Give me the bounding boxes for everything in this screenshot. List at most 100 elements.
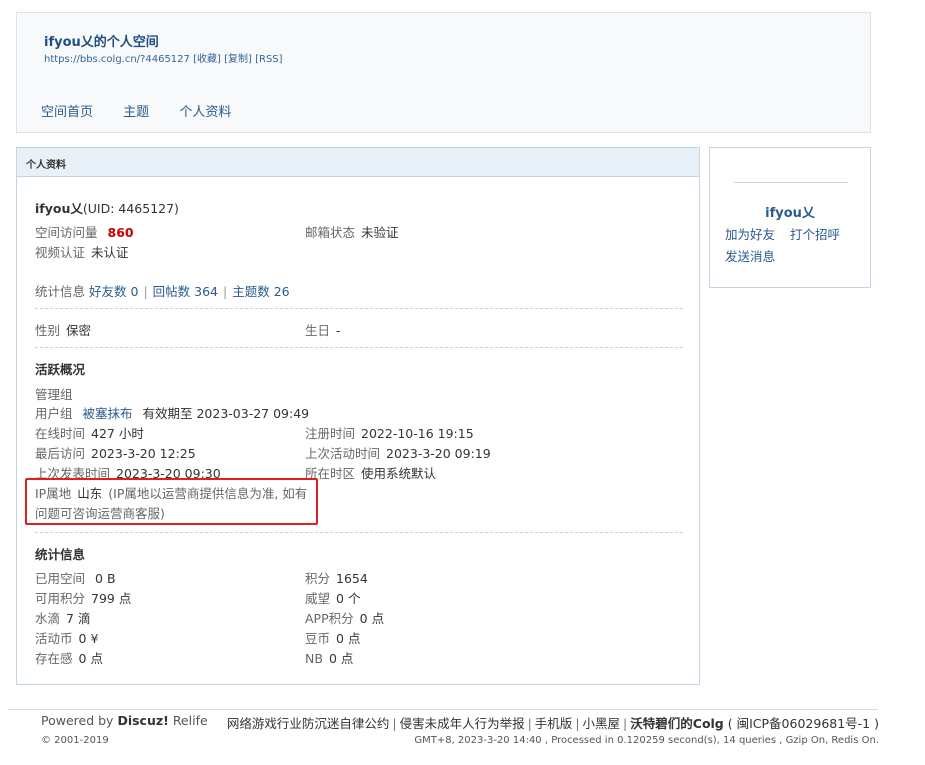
- replies-link[interactable]: 回帖数 364: [153, 284, 218, 299]
- stat-value: 0 B: [95, 571, 116, 586]
- username: ifyou乂: [35, 201, 83, 216]
- friends-link[interactable]: 好友数 0: [89, 284, 138, 299]
- stat-label: NB: [305, 651, 323, 666]
- usergroup-row: 用户组 被塞抹布 有效期至 2023-03-27 09:49: [35, 403, 309, 422]
- nav-threads[interactable]: 主题: [123, 105, 149, 120]
- lastactive-value: 2023-3-20 09:19: [386, 446, 491, 461]
- stat-row: NB 0 点: [305, 648, 353, 667]
- timezone-row: 所在时区 使用系统默认: [305, 463, 436, 482]
- ip-note: (IP属地以运营商提供信息为准, 如有问题可咨询运营商客服): [35, 486, 308, 521]
- video-label: 视频认证: [35, 245, 86, 260]
- threads-link[interactable]: 主题数 26: [232, 284, 289, 299]
- mobile-link[interactable]: 手机版: [535, 716, 573, 731]
- footer-stats: GMT+8, 2023-3-20 14:40 , Processed in 0.…: [414, 735, 879, 746]
- send-message-link[interactable]: 发送消息: [725, 249, 775, 264]
- stat-row: 威望 0 个: [305, 588, 360, 607]
- visits-row: 空间访问量 860: [35, 222, 134, 241]
- lastvisit-row: 最后访问 2023-3-20 12:25: [35, 443, 196, 462]
- lastvisit-value: 2023-3-20 12:25: [91, 446, 196, 461]
- lastvisit-label: 最后访问: [35, 446, 86, 461]
- stat-value: 7 滴: [66, 611, 91, 626]
- usergroup-expiry: 有效期至 2023-03-27 09:49: [142, 406, 310, 421]
- powered-suffix: Relife: [172, 713, 208, 728]
- birthday-value: -: [336, 323, 341, 338]
- panel-title: 个人资料: [17, 148, 699, 177]
- stat-row: 豆币 0 点: [305, 628, 360, 647]
- ip-value: 山东: [77, 486, 103, 501]
- timezone-value: 使用系统默认: [361, 466, 437, 481]
- visits-value: 860: [107, 225, 134, 240]
- stat-label: 水滴: [35, 611, 61, 626]
- divider: [35, 308, 683, 309]
- nav-space-home[interactable]: 空间首页: [41, 105, 93, 120]
- rss-link[interactable]: [RSS]: [255, 54, 282, 65]
- profile-panel: 个人资料 ifyou乂(UID: 4465127) 空间访问量 860 邮箱状态未…: [16, 147, 700, 685]
- report-link[interactable]: 侵害未成年人行为举报: [400, 716, 525, 731]
- stat-label: 可用积分: [35, 591, 86, 606]
- user-card-actions: 加为好友 打个招呼 发送消息: [725, 224, 855, 268]
- statistics-title: 统计信息: [35, 547, 86, 562]
- stats-row: 统计信息 好友数 0 | 回帖数 364 | 主题数 26: [35, 284, 290, 299]
- stat-value: 0 ¥: [78, 631, 99, 646]
- anti-addiction-link[interactable]: 网络游戏行业防沉迷自律公约: [227, 716, 390, 731]
- user-card-name[interactable]: ifyou乂: [710, 202, 870, 221]
- discuz-link[interactable]: Discuz!: [117, 713, 168, 728]
- stat-label: 存在感: [35, 651, 73, 666]
- activity-title: 活跃概况: [35, 362, 86, 377]
- stats-label: 统计信息: [35, 284, 86, 299]
- visits-label: 空间访问量: [35, 225, 98, 240]
- stat-value: 0 点: [359, 611, 385, 626]
- reg-label: 注册时间: [305, 426, 356, 441]
- icp-link[interactable]: ( 闽ICP备06029681号-1 ): [728, 716, 879, 731]
- blacklist-link[interactable]: 小黑屋: [583, 716, 621, 731]
- video-row: 视频认证 未认证: [35, 242, 129, 261]
- space-title[interactable]: ifyou乂的个人空间: [44, 31, 159, 50]
- online-value: 427 小时: [91, 426, 144, 441]
- space-url-row: https://bbs.colg.cn/?4465127 [收藏] [复制] […: [44, 50, 283, 65]
- stat-label: 豆币: [305, 631, 331, 646]
- usergroup-label: 用户组: [35, 406, 73, 421]
- ip-label: IP属地: [35, 486, 72, 501]
- stat-value: 1654: [336, 571, 368, 586]
- greet-link[interactable]: 打个招呼: [790, 227, 840, 242]
- video-value: 未认证: [91, 245, 129, 260]
- stat-row: 已用空间 0 B: [35, 568, 116, 587]
- email-label: 邮箱状态: [305, 225, 356, 240]
- copyright: © 2001-2019: [41, 735, 109, 746]
- powered-by: Powered by Discuz! Relife: [41, 713, 208, 728]
- reg-row: 注册时间 2022-10-16 19:15: [305, 423, 474, 442]
- online-row: 在线时间 427 小时: [35, 423, 144, 442]
- nav-profile[interactable]: 个人资料: [179, 105, 231, 120]
- stat-value: 0 个: [336, 591, 361, 606]
- admin-group: 管理组: [35, 387, 73, 402]
- space-url-link[interactable]: https://bbs.colg.cn/?4465127: [44, 54, 190, 65]
- birthday-label: 生日: [305, 323, 331, 338]
- stat-label: 积分: [305, 571, 331, 586]
- stat-value: 799 点: [91, 591, 132, 606]
- copy-link[interactable]: [复制]: [224, 54, 252, 65]
- site-name-link[interactable]: 沃特碧们的Colg: [630, 716, 724, 731]
- divider: [35, 532, 683, 533]
- footer-links: 网络游戏行业防沉迷自律公约 | 侵害未成年人行为举报 | 手机版 | 小黑屋 | 沃特碧们的Co…: [226, 716, 879, 731]
- stat-value: 0 点: [336, 631, 361, 646]
- avatar[interactable]: [734, 182, 848, 183]
- gender-label: 性别: [35, 323, 61, 338]
- username-row: ifyou乂(UID: 4465127): [35, 198, 179, 217]
- usergroup-link[interactable]: 被塞抹布: [83, 406, 133, 421]
- ip-location: IP属地 山东 (IP属地以运营商提供信息为准, 如有问题可咨询运营商客服): [35, 484, 315, 524]
- stat-label: APP积分: [305, 611, 354, 626]
- add-friend-link[interactable]: 加为好友: [725, 227, 775, 242]
- uid: (UID: 4465127): [82, 201, 179, 216]
- footer-divider: [8, 709, 878, 710]
- stat-value: 0 点: [328, 651, 354, 666]
- divider: [35, 347, 683, 348]
- reg-value: 2022-10-16 19:15: [361, 426, 474, 441]
- stat-label: 威望: [305, 591, 331, 606]
- stat-row: 存在感 0 点: [35, 648, 103, 667]
- stat-row: APP积分 0 点: [305, 608, 384, 627]
- email-row: 邮箱状态 未验证: [305, 222, 399, 241]
- stat-row: 积分 1654: [305, 568, 368, 587]
- favorite-link[interactable]: [收藏]: [193, 54, 221, 65]
- birthday-row: 生日 -: [305, 320, 341, 339]
- lastactive-row: 上次活动时间 2023-3-20 09:19: [305, 443, 491, 462]
